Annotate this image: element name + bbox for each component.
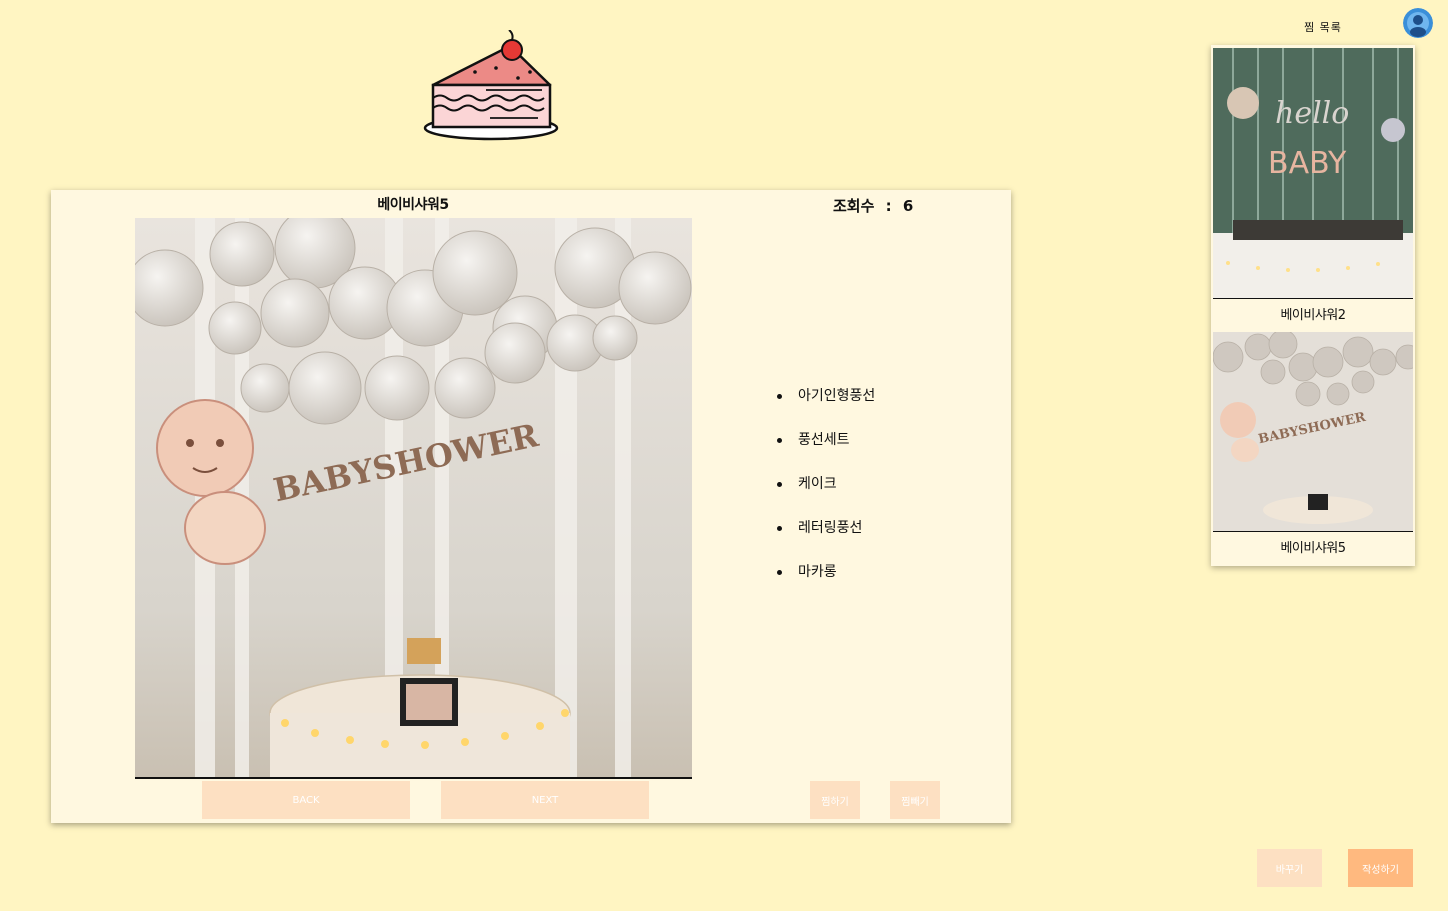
- wishlist-caption[interactable]: 베이비샤워5: [1213, 532, 1413, 562]
- post-title: 베이비샤워5: [377, 197, 449, 213]
- wishlist-title: 찜 목록: [1304, 21, 1342, 34]
- user-avatar-icon[interactable]: [1403, 8, 1433, 38]
- wishlist-photo-text: hello: [1275, 96, 1349, 131]
- wishlist-caption[interactable]: 베이비샤워2: [1213, 299, 1413, 329]
- view-count-value: 6: [902, 197, 914, 215]
- item-list: 아기인형풍선 풍선세트 케이크 레터링풍선 마카롱: [776, 386, 875, 606]
- edit-button[interactable]: 바꾸기: [1257, 849, 1322, 887]
- list-item: 마카롱: [776, 562, 875, 606]
- list-item: 아기인형풍선: [776, 386, 875, 430]
- wishlist-thumbnail[interactable]: BABYSHOWER: [1213, 332, 1413, 532]
- wishlist-thumbnail[interactable]: hello BABY: [1213, 48, 1413, 299]
- write-button[interactable]: 작성하기: [1348, 849, 1413, 887]
- unlike-button[interactable]: 찜빼기: [890, 781, 940, 819]
- wishlist-photo-text: BABY: [1268, 146, 1347, 181]
- view-count-separator: :: [885, 197, 892, 215]
- post-card: 베이비샤워5 조회수 : 6 BABYSHOWER 아기인형풍선 풍선세트 케이…: [51, 190, 1011, 823]
- next-button[interactable]: NEXT: [441, 781, 649, 819]
- like-button[interactable]: 찜하기: [810, 781, 860, 819]
- wishlist-panel: hello BABY 베이비샤워2 BABYSHOWER 베이비샤워5: [1211, 45, 1415, 566]
- wishlist-item[interactable]: hello BABY 베이비샤워2: [1213, 48, 1413, 329]
- post-photo: BABYSHOWER: [135, 218, 692, 779]
- list-item: 레터링풍선: [776, 518, 875, 562]
- view-count-label: 조회수: [833, 197, 875, 215]
- back-button[interactable]: BACK: [202, 781, 410, 819]
- list-item: 케이크: [776, 474, 875, 518]
- view-count: 조회수 : 6: [833, 195, 913, 216]
- list-item: 풍선세트: [776, 430, 875, 474]
- cake-slice-icon: [423, 30, 559, 141]
- wishlist-item[interactable]: BABYSHOWER 베이비샤워5: [1213, 332, 1413, 562]
